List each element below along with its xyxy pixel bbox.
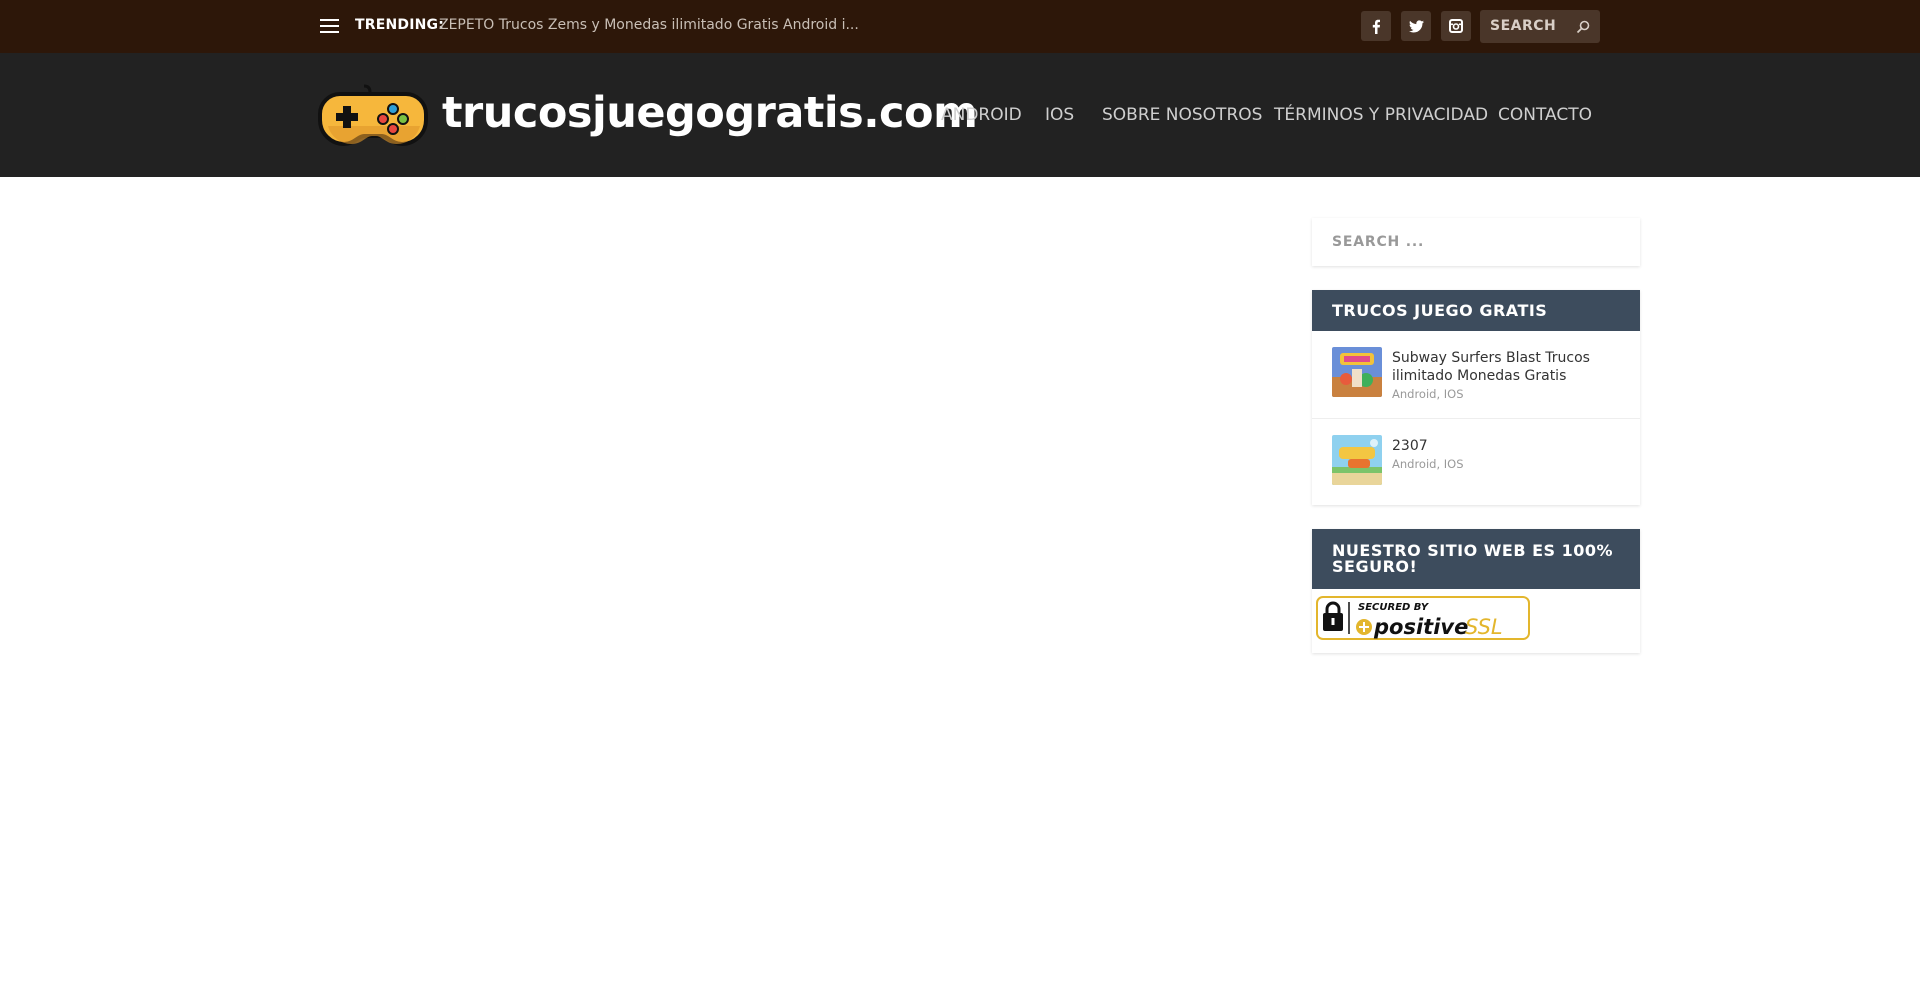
instagram-icon[interactable] (1441, 11, 1471, 41)
trending-link[interactable]: ZEPETO Trucos Zems y Monedas ilimitado G… (439, 17, 859, 33)
post-meta[interactable]: Android, IOS (1392, 457, 1464, 471)
menu-icon[interactable] (320, 19, 339, 34)
post-thumbnail[interactable] (1332, 435, 1382, 485)
widget-title: TRUCOS JUEGO GRATIS (1312, 290, 1640, 331)
ssl-secured-label: SECURED BY (1358, 602, 1430, 613)
ssl-suffix-label: SSL (1465, 615, 1503, 639)
list-item[interactable]: Subway Surfers Blast Trucos ilimitado Mo… (1312, 331, 1640, 419)
nav-terminos-privacidad[interactable]: TÉRMINOS Y PRIVACIDAD (1274, 105, 1488, 125)
nav-contacto[interactable]: CONTACTO (1498, 105, 1592, 125)
nav-ios[interactable]: IOS (1045, 105, 1074, 125)
post-meta[interactable]: Android, IOS (1392, 387, 1464, 401)
gamepad-logo-icon[interactable] (318, 80, 428, 154)
sidebar-search-input[interactable]: SEARCH ... (1312, 218, 1640, 266)
post-title[interactable]: 2307 (1392, 437, 1620, 455)
positive-ssl-badge[interactable]: SECURED BY positive SSL (1316, 596, 1530, 644)
nav-android[interactable]: ANDROID (941, 105, 1022, 125)
sidebar-search-placeholder: SEARCH ... (1332, 234, 1425, 250)
top-bar: TRENDING: ZEPETO Trucos Zems y Monedas i… (0, 0, 1920, 53)
twitter-icon[interactable] (1401, 11, 1431, 41)
ssl-brand-label: positive (1373, 615, 1468, 639)
top-search-placeholder: SEARCH (1490, 18, 1557, 34)
widget-title: NUESTRO SITIO WEB ES 100% SEGURO! (1312, 529, 1640, 589)
post-title[interactable]: Subway Surfers Blast Trucos ilimitado Mo… (1392, 349, 1620, 385)
post-thumbnail[interactable] (1332, 347, 1382, 397)
nav-sobre-nosotros[interactable]: SOBRE NOSOTROS (1102, 105, 1262, 125)
list-item[interactable]: 2307 Android, IOS (1312, 419, 1640, 507)
recent-posts-widget: TRUCOS JUEGO GRATIS Subway Surfers Blast… (1312, 290, 1640, 505)
search-icon[interactable] (1576, 19, 1590, 38)
facebook-icon[interactable] (1361, 11, 1391, 41)
trending-label: TRENDING: (355, 17, 445, 33)
site-logo-text[interactable]: trucosjuegogratis.com (442, 88, 978, 138)
top-search-input[interactable]: SEARCH (1480, 10, 1600, 43)
security-widget: NUESTRO SITIO WEB ES 100% SEGURO! SECURE… (1312, 529, 1640, 653)
